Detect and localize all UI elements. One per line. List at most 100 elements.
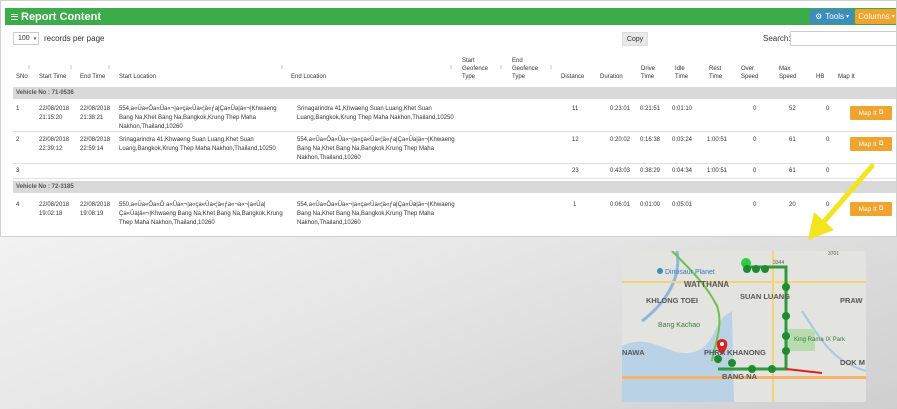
table-controls: 100 ▾ records per page Copy Search:	[13, 31, 896, 46]
sort-icon: ⇕	[280, 65, 285, 71]
cell-drive-time: 0:21:51	[640, 106, 661, 112]
col-map-it[interactable]: Map It	[838, 73, 855, 81]
cell-end-location: 554,a«Ûa«Ôa«Ûa«¬|a«ça«Ûa«¦ä«ƒa|Ça«Ûa|ä«¬…	[297, 202, 455, 226]
cell-duration: 0:06:01	[610, 202, 631, 208]
route-map[interactable]: Dinosaur Planet WATTHANA KHLONG TOEI SUA…	[622, 251, 866, 402]
col-drive-time[interactable]: Drive Time	[641, 65, 657, 81]
table-header: SNo ⇕ Start Time ⇕ End Time ⇕ Start Loca…	[13, 55, 896, 83]
col-start-time[interactable]: Start Time	[39, 73, 66, 81]
cell-max-speed: 52	[789, 106, 796, 112]
cell-drive-time: 0:16:38	[640, 137, 661, 143]
external-link-icon: ⧉	[878, 140, 884, 147]
report-title-text: Report Content	[21, 10, 102, 23]
cell-end-location: 554,a«Ûa«Ôa«Ûa«¬|a«ça«Ûa«¦ä«ƒa|Ça«Ûa|ä«¬…	[297, 137, 455, 161]
col-distance[interactable]: Distance	[561, 73, 584, 81]
cell-duration: 0:43:03	[610, 168, 631, 174]
cell-idle-time: 0:03:24	[672, 137, 693, 143]
chevron-down-icon: ▾	[33, 35, 37, 42]
col-end-geofence[interactable]: End Geofence Type	[512, 57, 548, 81]
cell-sno: 3	[16, 168, 20, 174]
cell-duration: 0:23:01	[610, 106, 631, 112]
sort-icon: ⇕	[69, 65, 74, 71]
map-label: PRAW	[840, 296, 863, 305]
cell-duration: 0:20:02	[610, 137, 631, 143]
cell-drive-time: 0:01:00	[640, 202, 661, 208]
callout-arrow-icon	[808, 163, 875, 240]
map-label: WATTHANA	[684, 280, 729, 289]
cell-sno: 1	[16, 106, 20, 112]
map-it-button[interactable]: Map It ⧉	[850, 137, 892, 151]
search-input[interactable]	[790, 31, 896, 46]
sort-icon: ⇕	[549, 65, 554, 71]
map-it-button[interactable]: Map It ⧉	[850, 106, 892, 120]
sort-icon: ⇕	[107, 65, 112, 71]
cell-over-speed: 0	[753, 202, 757, 208]
table-row: 4 22/08/2018 19:02:18 22/08/2018 19:08:1…	[13, 196, 896, 232]
group-row: Vehicle No : 71-0536	[13, 87, 896, 99]
col-hb[interactable]: HB	[816, 73, 824, 81]
cell-sno: 4	[16, 202, 20, 208]
report-panel: Report Content ⚙ Tools ▾ Columns ▾ 100 ▾…	[0, 0, 897, 237]
col-max-speed[interactable]: Max Speed	[779, 65, 799, 81]
col-over-speed[interactable]: Over Speed	[741, 65, 761, 81]
map-label: SUAN LUANG	[740, 292, 790, 301]
cell-max-speed: 20	[789, 202, 796, 208]
cell-start-location: 554,a«Ûa«Ôa«Ûa«¬|a«ça«Ûa«¦ä«ƒa|Ça«Ûa|ä«¬…	[119, 106, 277, 130]
cell-over-speed: 0	[753, 137, 757, 143]
cell-over-speed: 0	[753, 168, 757, 174]
cell-idle-time: 0:05:01	[672, 202, 693, 208]
col-start-geofence[interactable]: Start Geofence Type	[462, 57, 498, 81]
col-start-location[interactable]: Start Location	[119, 73, 156, 81]
cell-start-location: Srinagarindra 41,Khwaeng Suan Luang,Khet…	[119, 137, 276, 152]
sort-icon: ⇕	[449, 65, 454, 71]
map-label: BANG NA	[722, 372, 758, 381]
cell-idle-time: 0:01:10	[672, 106, 693, 112]
chevron-down-icon: ▾	[845, 14, 849, 20]
cell-hb: 0	[826, 137, 830, 143]
cell-rest-time: 1:00:51	[707, 137, 728, 143]
map-canvas: Dinosaur Planet WATTHANA KHLONG TOEI SUA…	[622, 251, 866, 402]
report-title: Report Content	[11, 11, 101, 23]
chevron-down-icon: ▾	[891, 14, 895, 20]
external-link-icon: ⧉	[878, 109, 884, 116]
records-per-page-select[interactable]: 100 ▾	[13, 32, 39, 45]
col-idle-time[interactable]: Idle Time	[675, 65, 691, 81]
sort-icon: ⇕	[27, 65, 32, 71]
tools-button[interactable]: ⚙ Tools ▾	[810, 9, 854, 24]
cell-end-time: 22/08/2018 19:08:19	[80, 202, 111, 217]
map-label: 3344	[773, 260, 784, 266]
map-label: 3701	[828, 251, 839, 257]
columns-button[interactable]: Columns ▾	[855, 9, 896, 24]
cell-start-time: 22/08/2018 21:15:20	[39, 106, 70, 121]
cell-distance: 11	[572, 106, 579, 112]
col-rest-time[interactable]: Rest Time	[709, 65, 725, 81]
col-sno[interactable]: SNo	[16, 73, 28, 81]
cell-hb: 0	[826, 106, 830, 112]
cell-max-speed: 61	[789, 137, 796, 143]
cell-end-time: 22/08/2018 21:38:21	[80, 106, 111, 121]
cell-end-time: 22/08/2018 22:59:14	[80, 137, 111, 152]
col-duration[interactable]: Duration	[600, 73, 623, 81]
col-end-time[interactable]: End Time	[80, 73, 105, 81]
map-label: KHLONG TOEI	[646, 296, 698, 305]
cell-idle-time: 0:04:34	[672, 168, 693, 174]
records-per-page-label: records per page	[44, 34, 105, 43]
map-label: DOK M	[840, 358, 865, 367]
col-end-location[interactable]: End Location	[291, 73, 326, 81]
cell-distance: 1	[573, 202, 577, 208]
map-label: NAWA	[622, 348, 645, 357]
table-row: 1 22/08/2018 21:15:20 22/08/2018 21:38:2…	[13, 101, 896, 132]
group-row: Vehicle No : 72-3185	[13, 181, 896, 193]
copy-button[interactable]: Copy	[622, 32, 648, 46]
cell-start-location: 550,a«Ûa«Ôa«Ô a«Ûa«¬|a«ça«Ûa«¦ä«ƒa«¬a«¬|…	[119, 202, 283, 226]
cell-rest-time: 1:00:51	[707, 168, 728, 174]
cell-end-location: Srinagarindra 41,Khwaeng Suan Luang,Khet…	[297, 106, 454, 121]
map-label: Bang Kachao	[658, 322, 700, 329]
cell-start-time: 22/08/2018 19:02:18	[39, 202, 70, 217]
menu-icon	[11, 12, 18, 21]
cell-start-time: 22/08/2018 22:39:12	[39, 137, 70, 152]
cell-drive-time: 0:38:29	[640, 168, 661, 174]
tools-label: Tools	[825, 12, 844, 21]
gear-icon: ⚙	[815, 12, 823, 21]
table-row: 2 22/08/2018 22:39:12 22/08/2018 22:59:1…	[13, 132, 896, 164]
